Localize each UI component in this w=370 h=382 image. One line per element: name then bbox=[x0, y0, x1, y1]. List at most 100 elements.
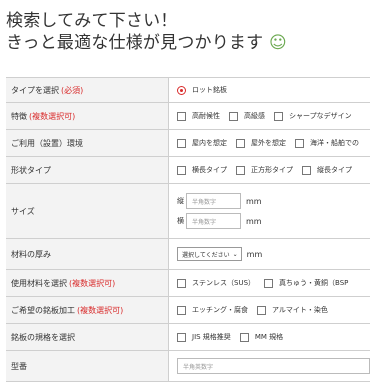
size-height-line: 縦 半角数字 mm bbox=[177, 193, 262, 209]
material-option-sus[interactable]: ステンレス（SUS） bbox=[177, 278, 255, 288]
env-option-label: 屋外を想定 bbox=[251, 139, 286, 147]
height-label: 縦 bbox=[177, 197, 184, 205]
checkbox-icon[interactable] bbox=[177, 138, 186, 148]
checkbox-icon[interactable] bbox=[239, 332, 249, 342]
headline-line1: 検索してみて下さい！ bbox=[6, 11, 178, 31]
feature-option-luxury[interactable]: 高級感 bbox=[229, 111, 265, 121]
feature-option-label: 高耐候性 bbox=[192, 112, 220, 120]
row-process: ご希望の銘板加工 (複数選択可) エッチング・腐食 アルマイト・染色 bbox=[6, 297, 370, 324]
height-unit: mm bbox=[246, 196, 262, 206]
row-material: 使用材料を選択 (複数選択可) ステンレス（SUS） 真ちゅう・黄銅（BSP bbox=[6, 270, 370, 297]
type-option-lot-plate[interactable]: ロット銘板 bbox=[177, 85, 227, 95]
thickness-select-value: 選択してください bbox=[182, 251, 230, 259]
standard-label: 銘板の規格を選択 bbox=[6, 324, 169, 350]
model-field: 半角英数字 bbox=[169, 351, 370, 381]
size-width-line: 横 半角数字 mm bbox=[177, 213, 262, 229]
checkbox-icon[interactable] bbox=[274, 111, 283, 121]
standard-option-jis[interactable]: JIS 規格推奨 bbox=[177, 332, 231, 342]
process-option-label: エッチング・腐食 bbox=[192, 306, 248, 314]
search-form: タイプを選択 (必須) ロット銘板 特徴 (複数選択可) 高耐候性 高級感 シャープ… bbox=[6, 77, 370, 382]
width-input[interactable]: 半角数字 bbox=[186, 213, 241, 229]
env-option-marine[interactable]: 海洋・船舶での bbox=[295, 138, 359, 148]
env-option-indoor[interactable]: 屋内を想定 bbox=[177, 138, 227, 148]
standard-option-label: JIS 規格推奨 bbox=[192, 333, 231, 341]
multi-select-note: (複数選択可) bbox=[77, 305, 124, 315]
material-options: ステンレス（SUS） 真ちゅう・黄銅（BSP bbox=[169, 270, 370, 296]
row-type: タイプを選択 (必須) ロット銘板 bbox=[6, 78, 370, 103]
env-option-outdoor[interactable]: 屋外を想定 bbox=[236, 138, 286, 148]
radio-selected-icon[interactable] bbox=[177, 85, 186, 95]
shape-option-square[interactable]: 正方形タイプ bbox=[236, 165, 293, 175]
multi-select-note: (複数選択可) bbox=[69, 278, 116, 288]
model-label: 型番 bbox=[6, 351, 169, 381]
headline: 検索してみて下さい！ きっと最適な仕様が見つかります ☺ bbox=[6, 10, 287, 54]
width-unit: mm bbox=[246, 216, 262, 226]
checkbox-icon[interactable] bbox=[177, 332, 186, 342]
checkbox-icon[interactable] bbox=[177, 305, 186, 315]
standard-option-label: MM 規格 bbox=[254, 333, 284, 341]
process-option-alumite[interactable]: アルマイト・染色 bbox=[257, 305, 328, 315]
type-options: ロット銘板 bbox=[169, 78, 370, 102]
process-option-etching[interactable]: エッチング・腐食 bbox=[177, 305, 248, 315]
height-input[interactable]: 半角数字 bbox=[186, 193, 241, 209]
process-options: エッチング・腐食 アルマイト・染色 bbox=[169, 297, 370, 323]
width-label: 横 bbox=[177, 217, 184, 225]
shape-label: 形状タイプ bbox=[6, 157, 169, 183]
checkbox-icon[interactable] bbox=[257, 305, 266, 315]
row-model: 型番 半角英数字 bbox=[6, 351, 370, 382]
standard-options: JIS 規格推奨 MM 規格 bbox=[169, 324, 370, 350]
type-label-text: タイプを選択 bbox=[11, 85, 59, 95]
env-option-label: 屋内を想定 bbox=[192, 139, 227, 147]
shape-option-landscape[interactable]: 横長タイプ bbox=[177, 165, 227, 175]
standard-option-mm[interactable]: MM 規格 bbox=[239, 332, 284, 342]
feature-option-sharp[interactable]: シャープなデザイン bbox=[274, 111, 352, 121]
checkbox-icon[interactable] bbox=[295, 138, 304, 148]
checkbox-icon[interactable] bbox=[236, 165, 245, 175]
process-label-text: ご希望の銘板加工 bbox=[11, 305, 75, 315]
row-standard: 銘板の規格を選択 JIS 規格推奨 MM 規格 bbox=[6, 324, 370, 351]
checkbox-icon[interactable] bbox=[236, 138, 245, 148]
size-inputs: 縦 半角数字 mm 横 半角数字 mm bbox=[169, 184, 370, 238]
row-size: サイズ 縦 半角数字 mm 横 半角数字 mm bbox=[6, 184, 370, 239]
headline-line2: きっと最適な仕様が見つかります ☺ bbox=[6, 32, 287, 54]
thickness-field: 選択してください ⌄ mm bbox=[169, 239, 370, 269]
row-shape: 形状タイプ 横長タイプ 正方形タイプ 縦長タイプ bbox=[6, 157, 370, 184]
multi-select-note: (複数選択可) bbox=[29, 111, 76, 121]
headline-line2-text: きっと最適な仕様が見つかります bbox=[6, 33, 264, 53]
process-option-label: アルマイト・染色 bbox=[272, 306, 328, 314]
environment-options: 屋内を想定 屋外を想定 海洋・船舶での bbox=[169, 130, 370, 156]
thickness-unit: mm bbox=[246, 249, 263, 259]
process-label: ご希望の銘板加工 (複数選択可) bbox=[6, 297, 169, 323]
checkbox-icon[interactable] bbox=[177, 111, 186, 121]
chevron-down-icon: ⌄ bbox=[232, 250, 238, 258]
row-environment: ご利用（設置）環境 屋内を想定 屋外を想定 海洋・船舶での bbox=[6, 130, 370, 157]
feature-option-label: シャープなデザイン bbox=[289, 112, 352, 120]
checkbox-icon[interactable] bbox=[177, 278, 186, 288]
checkbox-icon[interactable] bbox=[177, 165, 186, 175]
type-option-label: ロット銘板 bbox=[192, 86, 227, 94]
material-option-brass[interactable]: 真ちゅう・黄銅（BSP bbox=[264, 278, 348, 288]
material-option-label: ステンレス（SUS） bbox=[192, 279, 256, 287]
shape-option-portrait[interactable]: 縦長タイプ bbox=[302, 165, 352, 175]
thickness-label: 材料の厚み bbox=[6, 239, 169, 269]
feature-label: 特徴 (複数選択可) bbox=[6, 103, 169, 129]
checkbox-icon[interactable] bbox=[264, 278, 274, 288]
material-label: 使用材料を選択 (複数選択可) bbox=[6, 270, 169, 296]
shape-option-label: 横長タイプ bbox=[192, 166, 227, 174]
required-note: (必須) bbox=[61, 85, 84, 95]
feature-option-weather[interactable]: 高耐候性 bbox=[177, 111, 220, 121]
model-input[interactable]: 半角英数字 bbox=[177, 358, 370, 374]
thickness-select[interactable]: 選択してください ⌄ bbox=[177, 247, 242, 261]
feature-label-text: 特徴 bbox=[11, 111, 27, 121]
shape-options: 横長タイプ 正方形タイプ 縦長タイプ bbox=[169, 157, 370, 183]
size-label: サイズ bbox=[6, 184, 169, 238]
environment-label: ご利用（設置）環境 bbox=[6, 130, 169, 156]
env-option-label: 海洋・船舶での bbox=[310, 139, 359, 147]
type-label: タイプを選択 (必須) bbox=[6, 78, 169, 102]
checkbox-icon[interactable] bbox=[302, 165, 311, 175]
shape-option-label: 縦長タイプ bbox=[317, 166, 352, 174]
checkbox-icon[interactable] bbox=[229, 111, 238, 121]
feature-option-label: 高級感 bbox=[244, 112, 265, 120]
feature-options: 高耐候性 高級感 シャープなデザイン bbox=[169, 103, 370, 129]
material-option-label: 真ちゅう・黄銅（BSP bbox=[279, 279, 349, 287]
